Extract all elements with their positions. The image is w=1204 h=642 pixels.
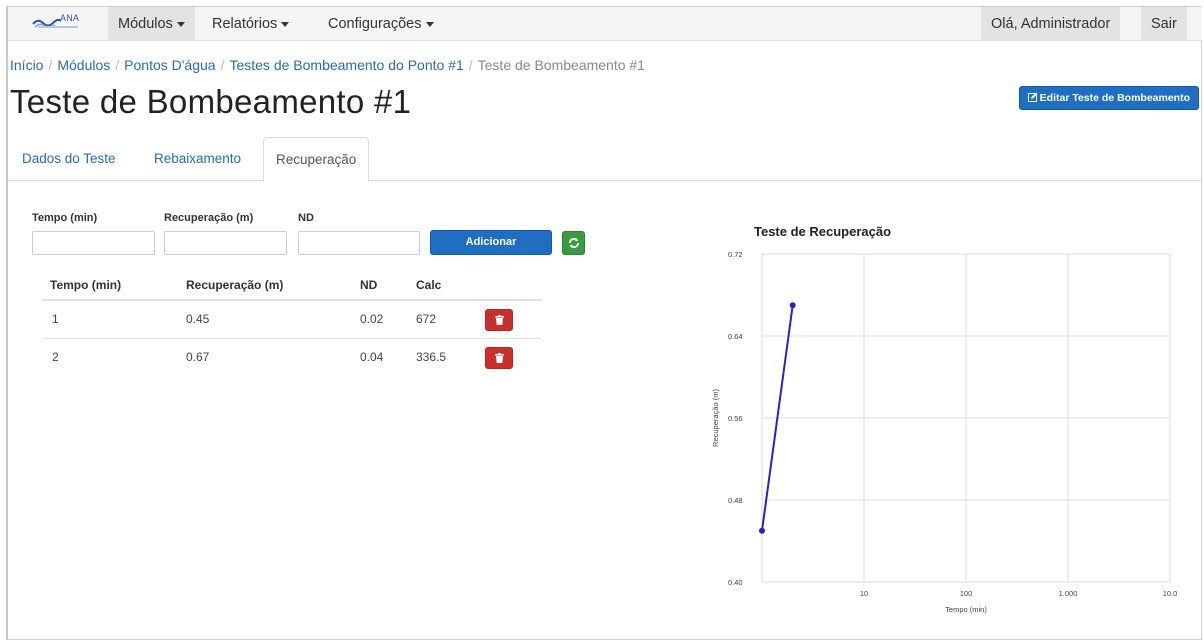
cell-calc: 672 [416, 312, 437, 326]
breadcrumb-separator: / [220, 57, 225, 73]
data-point [789, 302, 796, 309]
app-frame: ANA Módulos Relatórios Configurações Olá… [6, 6, 1202, 640]
tab-recuperacao[interactable]: Recuperação [263, 137, 370, 182]
add-button[interactable]: Adicionar [430, 230, 552, 255]
column-header-tempo: Tempo (min) [50, 278, 122, 292]
delete-row-button[interactable] [485, 347, 513, 369]
x-tick-label: 10 [860, 589, 868, 598]
breadcrumb-separator: / [468, 57, 473, 73]
edit-test-button-label: Editar Teste de Bombeamento [1039, 92, 1190, 104]
breadcrumb-separator: / [48, 57, 53, 73]
cell-tempo: 1 [52, 312, 59, 326]
recovery-chart-svg: Teste de Recuperação 0.40 0.48 0.56 0.64 0.72… [711, 224, 1178, 614]
trash-icon [495, 315, 504, 325]
y-tick-label: 0.72 [728, 250, 743, 259]
menu-relatorios[interactable]: Relatórios [202, 7, 299, 41]
cell-nd: 0.02 [360, 312, 384, 326]
cell-recuperacao: 0.45 [186, 312, 210, 326]
menu-relatorios-label: Relatórios [212, 16, 278, 32]
x-tick-label: 10.0 [1163, 589, 1178, 598]
cell-tempo: 2 [52, 350, 59, 364]
cell-calc: 336.5 [416, 350, 447, 364]
menu-modulos[interactable]: Módulos [108, 7, 195, 41]
cell-nd: 0.04 [360, 350, 384, 364]
trash-icon [495, 353, 504, 363]
brand-logo[interactable]: ANA [32, 12, 92, 34]
x-axis-label: Tempo (min) [945, 605, 987, 614]
tab-bar: Dados do Teste Rebaixamento Recuperação [8, 137, 1202, 182]
brand-tagline [38, 26, 78, 28]
edit-test-button[interactable]: Editar Teste de Bombeamento [1018, 86, 1199, 110]
breadcrumb-current: Teste de Bombeamento #1 [477, 57, 645, 73]
chart-title: Teste de Recuperação [754, 224, 891, 239]
user-greeting[interactable]: Olá, Administrador [981, 7, 1121, 41]
recovery-chart: Teste de Recuperação 0.40 0.48 0.56 0.64 0.72… [698, 212, 1198, 622]
tempo-label: Tempo (min) [32, 212, 98, 224]
breadcrumb-testes-bombeamento[interactable]: Testes de Bombeamento do Ponto #1 [229, 57, 463, 73]
y-axis-label: Recuperação (m) [711, 389, 720, 447]
menu-configuracoes-label: Configurações [328, 16, 422, 32]
table-row-divider [42, 338, 542, 339]
navbar: ANA Módulos Relatórios Configurações Olá… [8, 7, 1202, 41]
y-tick-label: 0.48 [728, 496, 743, 505]
edit-icon [1027, 92, 1038, 102]
breadcrumb-modulos[interactable]: Módulos [57, 57, 110, 73]
recuperacao-input[interactable] [164, 231, 287, 255]
breadcrumb-inicio[interactable]: Início [10, 57, 43, 73]
data-point [759, 527, 765, 534]
delete-row-button[interactable] [485, 309, 513, 331]
nd-label: ND [298, 212, 314, 224]
logout-link[interactable]: Sair [1140, 7, 1187, 41]
chevron-down-icon [281, 21, 290, 27]
breadcrumb: Início / Módulos / Pontos D'água / Testes de B… [10, 57, 645, 73]
breadcrumb-separator: / [115, 57, 120, 73]
menu-modulos-label: Módulos [118, 16, 173, 32]
y-tick-label: 0.64 [728, 332, 743, 341]
table-header-divider [42, 299, 542, 301]
page-title: Teste de Bombeamento #1 [10, 83, 412, 120]
chevron-down-icon [425, 21, 434, 27]
tab-dados-do-teste[interactable]: Dados do Teste [10, 137, 128, 181]
x-tick-label: 1.000 [1059, 589, 1078, 598]
tempo-input[interactable] [32, 231, 155, 255]
y-tick-label: 0.40 [728, 578, 743, 587]
breadcrumb-pontos-dagua[interactable]: Pontos D'água [124, 57, 215, 73]
nd-input[interactable] [298, 231, 420, 255]
column-header-nd: ND [360, 278, 378, 292]
tab-rebaixamento[interactable]: Rebaixamento [142, 137, 253, 181]
chevron-down-icon [176, 21, 185, 27]
y-tick-label: 0.56 [728, 414, 743, 423]
column-header-calc: Calc [416, 278, 442, 292]
refresh-button[interactable] [562, 231, 585, 255]
x-tick-label: 100 [960, 589, 973, 598]
cell-recuperacao: 0.67 [186, 350, 210, 364]
recuperacao-label: Recuperação (m) [164, 212, 254, 224]
column-header-recuperacao: Recuperação (m) [186, 278, 284, 292]
menu-configuracoes[interactable]: Configurações [318, 7, 444, 41]
refresh-icon [569, 238, 579, 248]
brand-name: ANA [60, 13, 80, 23]
